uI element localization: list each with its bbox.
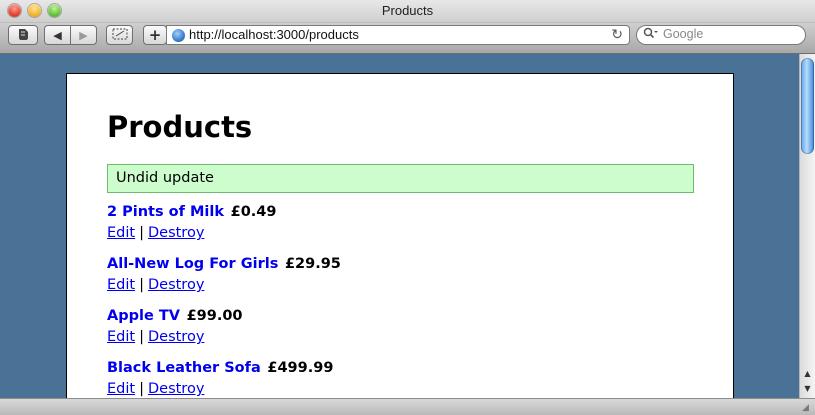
- page-container: Products Undid update 2 Pints of Milk £0…: [66, 73, 734, 413]
- clip-icon: [112, 28, 128, 43]
- reload-icon[interactable]: ↻: [611, 26, 623, 43]
- separator: |: [139, 277, 144, 293]
- product-item: 2 Pints of Milk £0.49 Edit | Destroy: [107, 204, 276, 241]
- edit-link[interactable]: Edit: [107, 225, 135, 241]
- destroy-link[interactable]: Destroy: [148, 277, 204, 293]
- product-item: Black Leather Sofa £499.99 Edit | Destroy: [107, 360, 333, 397]
- product-link[interactable]: Apple TV: [107, 308, 180, 324]
- flash-notice: Undid update: [107, 164, 694, 193]
- product-price: £29.95: [284, 256, 341, 272]
- product-item: Apple TV £99.00 Edit | Destroy: [107, 308, 243, 345]
- separator: |: [139, 225, 144, 241]
- separator: |: [139, 381, 144, 397]
- address-bar[interactable]: http://localhost:3000/products ↻: [166, 25, 630, 45]
- edit-link[interactable]: Edit: [107, 381, 135, 397]
- product-price: £499.99: [267, 360, 334, 376]
- scroll-down-icon[interactable]: ▼: [800, 381, 815, 395]
- url-text[interactable]: http://localhost:3000/products: [189, 27, 359, 42]
- resize-grip-icon[interactable]: ◢: [802, 403, 812, 413]
- product-price: £99.00: [186, 308, 243, 324]
- window-title: Products: [381, 3, 434, 18]
- search-placeholder: Google: [663, 27, 704, 41]
- scrollbar-thumb[interactable]: [801, 58, 814, 154]
- product-link[interactable]: 2 Pints of Milk: [107, 204, 224, 220]
- globe-icon: [172, 29, 185, 42]
- back-icon: ◀: [53, 28, 62, 42]
- browser-toolbar: ◀ ▶ + http://localhost:3000/products ↻ G…: [0, 23, 815, 54]
- back-button[interactable]: ◀: [44, 25, 71, 45]
- product-item: All-New Log For Girls £29.95 Edit | Destro…: [107, 256, 341, 293]
- window-bottom-bar: ◢: [0, 398, 815, 415]
- add-bookmark-button[interactable]: +: [143, 25, 167, 45]
- product-link[interactable]: Black Leather Sofa: [107, 360, 261, 376]
- search-icon: [643, 27, 659, 42]
- destroy-link[interactable]: Destroy: [148, 225, 204, 241]
- clip-button[interactable]: [106, 25, 133, 45]
- destroy-link[interactable]: Destroy: [148, 381, 204, 397]
- edit-link[interactable]: Edit: [107, 277, 135, 293]
- add-bookmark-icon: +: [148, 26, 162, 44]
- forward-icon: ▶: [79, 28, 88, 42]
- scroll-up-icon[interactable]: ▲: [800, 366, 815, 380]
- page-title: Products: [107, 110, 253, 144]
- separator: |: [139, 329, 144, 345]
- forward-button[interactable]: ▶: [70, 25, 97, 45]
- evernote-button[interactable]: [8, 25, 38, 45]
- search-field[interactable]: Google: [636, 25, 806, 45]
- destroy-link[interactable]: Destroy: [148, 329, 204, 345]
- evernote-icon: [16, 27, 30, 44]
- product-price: £0.49: [230, 204, 277, 220]
- product-link[interactable]: All-New Log For Girls: [107, 256, 278, 272]
- window-titlebar: Products: [0, 0, 815, 23]
- vertical-scrollbar[interactable]: ▲ ▼: [799, 54, 815, 398]
- edit-link[interactable]: Edit: [107, 329, 135, 345]
